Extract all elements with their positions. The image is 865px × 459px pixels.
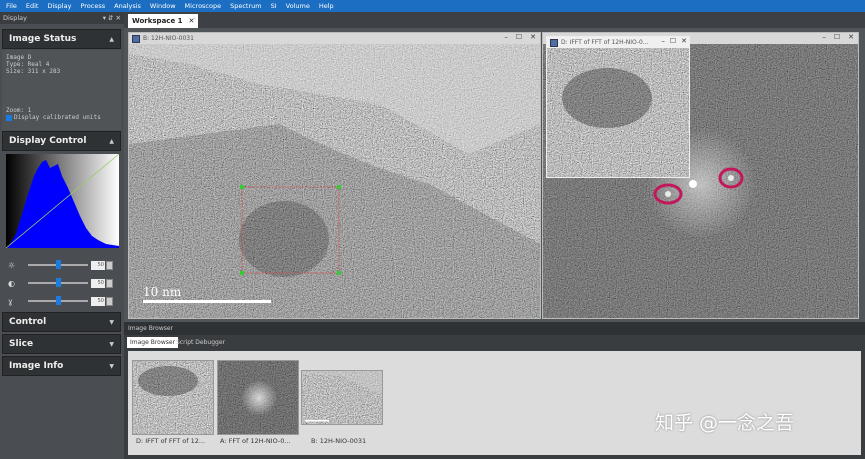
minimize-icon[interactable]: –: [822, 33, 826, 41]
section-label: Image Status: [9, 34, 77, 44]
histogram-plot: [5, 153, 120, 249]
panel-title-bar: Display ▾ ⇵ ✕: [0, 12, 124, 24]
thumbnail-caption: A: FFT of 12H-NIO-0...: [220, 437, 291, 445]
thumbnail-caption: D: IFFT of FFT of 12...: [136, 437, 206, 445]
section-control[interactable]: Control ▼: [2, 312, 121, 332]
checkbox-label: Display calibrated units: [14, 114, 101, 121]
contrast-slider-row: ◐ 50: [8, 278, 118, 288]
brightness-icon: ☼: [8, 260, 16, 270]
watermark: 知乎 @一念之吾: [655, 412, 795, 434]
tab-label: Workspace 1: [132, 17, 183, 25]
tab-image-browser[interactable]: Image Browser: [127, 337, 179, 348]
menu-microscope[interactable]: Microscope: [185, 2, 222, 10]
close-icon[interactable]: ✕: [681, 37, 687, 45]
expand-icon[interactable]: ▼: [109, 341, 114, 348]
roi-handle: [240, 271, 244, 275]
section-image-info[interactable]: Image Info ▼: [2, 356, 121, 376]
brightness-thumb[interactable]: [56, 260, 61, 269]
image-status-body: Image D Type: Real 4 Size: 311 x 283 Zoo…: [2, 50, 121, 130]
menu-si[interactable]: SI: [271, 2, 277, 10]
menu-help[interactable]: Help: [319, 2, 334, 10]
brightness-value[interactable]: 50: [91, 260, 105, 270]
tem-image[interactable]: 10 nm: [129, 44, 540, 318]
minimize-icon[interactable]: –: [661, 37, 665, 45]
brightness-spinner[interactable]: [106, 260, 113, 270]
status-type: Type: Real 4: [6, 61, 50, 68]
section-display-control[interactable]: Display Control ▲: [2, 131, 121, 151]
roi-handle: [240, 185, 244, 189]
menu-volume[interactable]: Volume: [286, 2, 310, 10]
workspace-tabbar: Workspace 1 ✕ +: [124, 12, 865, 28]
section-label: Image Info: [9, 361, 64, 371]
section-image-status[interactable]: Image Status ▲: [2, 29, 121, 49]
scale-bar-label: 10 nm: [143, 285, 182, 299]
thumbnail-fft[interactable]: [217, 360, 299, 435]
section-label: Control: [9, 317, 47, 327]
menu-process[interactable]: Process: [80, 2, 105, 10]
maximize-icon[interactable]: ☐: [834, 33, 840, 41]
maximize-icon[interactable]: ☐: [516, 33, 522, 41]
contrast-value[interactable]: 50: [91, 278, 105, 288]
image-icon: [550, 38, 558, 47]
panel-title: Display: [3, 14, 27, 22]
image-window-ifft[interactable]: D: IFFT of FFT of 12H-NIO-0... – ☐ ✕: [546, 36, 690, 178]
section-slice[interactable]: Slice ▼: [2, 334, 121, 354]
roi-handle: [337, 271, 341, 275]
window-titlebar[interactable]: D: IFFT of FFT of 12H-NIO-0... – ☐ ✕: [547, 37, 689, 48]
thumbnail-caption: B: 12H-NIO-0031: [311, 437, 367, 445]
gamma-slider-row: ɣ 50: [8, 296, 118, 306]
image-icon: [132, 34, 140, 43]
gamma-value[interactable]: 50: [91, 296, 105, 306]
status-image: Image D: [6, 54, 32, 61]
contrast-icon: ◐: [8, 278, 15, 288]
browser-tabs: Image Browser Script Debugger: [124, 335, 865, 349]
menu-display[interactable]: Display: [47, 2, 71, 10]
close-icon[interactable]: ✕: [530, 33, 536, 41]
tab-script-debugger[interactable]: Script Debugger: [176, 339, 225, 346]
status-size: Size: 311 x 283: [6, 68, 61, 75]
gamma-icon: ɣ: [8, 296, 13, 306]
contrast-thumb[interactable]: [56, 278, 61, 287]
menu-file[interactable]: File: [6, 2, 17, 10]
browser-title: Image Browser: [124, 322, 865, 335]
panel-controls[interactable]: ▾ ⇵ ✕: [103, 14, 121, 22]
ifft-image[interactable]: [547, 48, 689, 177]
contrast-spinner[interactable]: [106, 278, 113, 288]
window-titlebar[interactable]: B: 12H-NIO-0031 – ☐ ✕: [129, 33, 540, 44]
section-label: Display Control: [9, 136, 87, 146]
menu-edit[interactable]: Edit: [26, 2, 39, 10]
gamma-spinner[interactable]: [106, 296, 113, 306]
scale-bar: [143, 300, 271, 303]
add-tab-button[interactable]: +: [191, 15, 197, 23]
maximize-icon[interactable]: ☐: [670, 37, 676, 45]
window-title: B: 12H-NIO-0031: [143, 35, 194, 42]
collapse-icon[interactable]: ▲: [109, 36, 114, 43]
expand-icon[interactable]: ▼: [109, 319, 114, 326]
thumbnail-ifft[interactable]: [132, 360, 214, 435]
calibrated-units-checkbox[interactable]: [6, 114, 12, 121]
brightness-slider-row: ☼ 50: [8, 260, 118, 270]
thumbnail-original[interactable]: [301, 370, 383, 425]
window-title: D: IFFT of FFT of 12H-NIO-0...: [561, 39, 649, 46]
fft-center-spot: [689, 180, 697, 188]
minimize-icon[interactable]: –: [504, 33, 508, 41]
roi-handle: [337, 185, 341, 189]
close-icon[interactable]: ✕: [848, 33, 854, 41]
menu-window[interactable]: Window: [150, 2, 176, 10]
menu-bar: File Edit Display Process Analysis Windo…: [0, 0, 865, 12]
tab-workspace-1[interactable]: Workspace 1 ✕: [128, 14, 199, 28]
section-label: Slice: [9, 339, 34, 349]
menu-analysis[interactable]: Analysis: [114, 2, 141, 10]
display-panel: Display ▾ ⇵ ✕ Image Status ▲ Image D Type:…: [0, 12, 124, 459]
collapse-icon[interactable]: ▲: [109, 138, 114, 145]
histogram-bars: [6, 160, 119, 248]
expand-icon[interactable]: ▼: [109, 363, 114, 370]
histogram[interactable]: [5, 153, 120, 249]
status-zoom: Zoom: 1: [6, 107, 32, 114]
menu-spectrum[interactable]: Spectrum: [230, 2, 262, 10]
gamma-thumb[interactable]: [56, 296, 61, 305]
image-window-main[interactable]: B: 12H-NIO-0031 – ☐ ✕ 10 nm: [128, 32, 541, 319]
